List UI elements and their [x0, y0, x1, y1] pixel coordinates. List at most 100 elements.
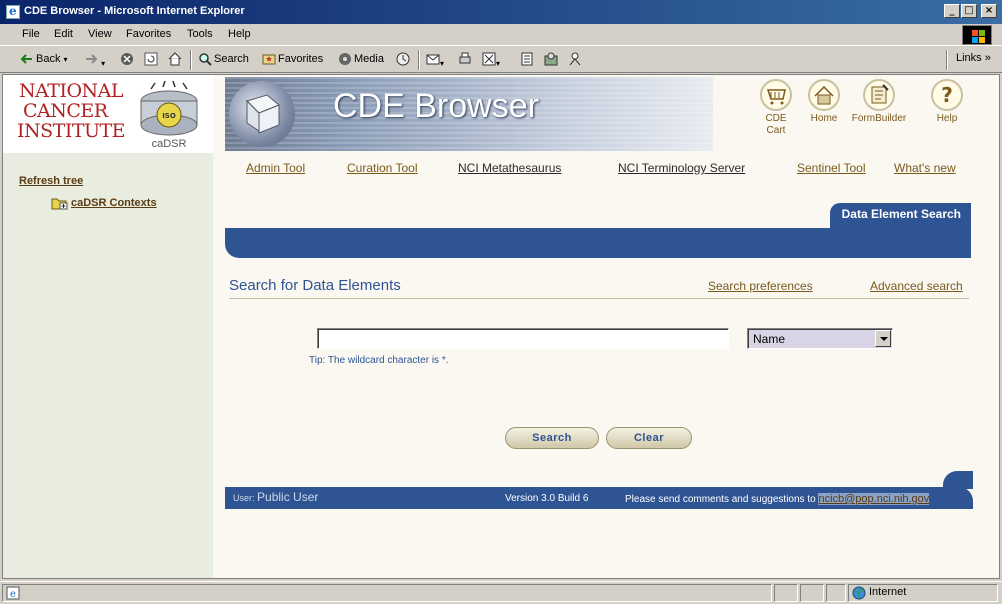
- clear-button[interactable]: Clear: [606, 427, 692, 449]
- user-label: User:: [233, 493, 255, 503]
- close-button[interactable]: ×: [981, 4, 997, 18]
- status-cell: [774, 584, 798, 602]
- ie-app-icon[interactable]: [6, 4, 20, 19]
- nci-logo-line-1: NATIONAL: [19, 80, 124, 102]
- media-button[interactable]: Media: [338, 52, 384, 66]
- curation-tool-link[interactable]: Curation Tool: [347, 161, 418, 175]
- cart-icon: [760, 79, 792, 111]
- menu-help[interactable]: Help: [228, 28, 251, 40]
- nci-metathesaurus-link[interactable]: NCI Metathesaurus: [458, 161, 561, 175]
- links-label: Links: [956, 52, 982, 64]
- book-icon: [229, 81, 295, 147]
- refresh-icon[interactable]: [144, 52, 158, 69]
- whats-new-link[interactable]: What's new: [894, 161, 956, 175]
- help-icon: ?: [931, 79, 963, 111]
- search-input[interactable]: [317, 328, 729, 349]
- forward-button[interactable]: ▾: [84, 52, 105, 69]
- help-label: Help: [936, 113, 958, 124]
- toolbar-separator: [418, 50, 420, 70]
- toolbar-separator: [190, 50, 192, 70]
- media-label: Media: [354, 52, 384, 65]
- toolbar-separator: [946, 50, 948, 70]
- cadsr-logo[interactable]: ISO caDSR: [137, 80, 201, 151]
- search-field-select[interactable]: Name: [747, 328, 893, 349]
- cadsr-contexts-link[interactable]: caDSR Contexts: [51, 196, 157, 210]
- search-button[interactable]: Search: [198, 52, 249, 66]
- home-nav-icon: [808, 79, 840, 111]
- menu-edit[interactable]: Edit: [54, 28, 73, 40]
- footer: User: Public User Version 3.0 Build 6 Pl…: [225, 471, 973, 513]
- cde-browser-banner: CDE Browser: [225, 77, 713, 151]
- tab-header: Data Element Search: [225, 203, 971, 269]
- menu-tools[interactable]: Tools: [187, 28, 213, 40]
- cadsr-contexts-label: caDSR Contexts: [71, 196, 157, 209]
- help-glyph: ?: [941, 83, 953, 107]
- search-icon: [198, 52, 212, 66]
- menu-favorites[interactable]: Favorites: [126, 28, 171, 40]
- home-nav-button[interactable]: Home: [794, 79, 854, 125]
- logo-area: NATIONAL CANCER INSTITUTE ISO caDSR: [3, 75, 213, 153]
- edit-icon[interactable]: ▾: [482, 52, 500, 69]
- formbuilder-label: FormBuilder: [851, 113, 907, 124]
- history-icon[interactable]: [396, 52, 410, 69]
- nci-terminology-server-link[interactable]: NCI Terminology Server: [618, 161, 745, 175]
- search-submit-button[interactable]: Search: [505, 427, 599, 449]
- toolbar: Back ▾ ▾ Search Favorites Media ▾ ▾ Link…: [0, 47, 1002, 73]
- tab-band: [225, 228, 971, 258]
- maximize-button[interactable]: □: [961, 4, 977, 18]
- admin-tool-link[interactable]: Admin Tool: [246, 161, 305, 175]
- cde-cart-label: CDE Cart: [765, 113, 787, 136]
- user-info: User: Public User: [233, 490, 318, 504]
- page-title: Search for Data Elements: [229, 277, 401, 294]
- favorites-button[interactable]: Favorites: [262, 52, 323, 66]
- wildcard-tip: Tip: The wildcard character is *.: [309, 355, 449, 366]
- sentinel-tool-link[interactable]: Sentinel Tool: [797, 161, 866, 175]
- email-link[interactable]: ncicb@pop.nci.nih.gov: [818, 493, 930, 505]
- menu-file[interactable]: File: [22, 28, 40, 40]
- cadsr-label: caDSR: [152, 138, 187, 150]
- stop-icon[interactable]: [120, 52, 134, 69]
- iso-label: ISO: [162, 112, 176, 120]
- status-cell: [826, 584, 846, 602]
- home-icon[interactable]: [168, 52, 182, 69]
- windows-logo-icon: [962, 25, 992, 45]
- refresh-tree-link[interactable]: Refresh tree: [19, 175, 83, 187]
- formbuilder-button[interactable]: FormBuilder: [849, 79, 909, 125]
- search-label: Search: [214, 52, 249, 65]
- discuss-icon[interactable]: [520, 52, 534, 69]
- help-button[interactable]: ? Help: [917, 79, 977, 125]
- home-nav-label: Home: [810, 113, 838, 124]
- menu-bar: File Edit View Favorites Tools Help: [0, 24, 1002, 46]
- messenger-icon[interactable]: [568, 52, 582, 69]
- window-title: CDE Browser - Microsoft Internet Explore…: [24, 5, 245, 17]
- search-preferences-link[interactable]: Search preferences: [708, 279, 813, 293]
- left-tree-pane: NATIONAL CANCER INSTITUTE ISO caDSR Refr…: [3, 75, 213, 578]
- chevron-down-icon[interactable]: [875, 330, 891, 347]
- research-icon[interactable]: [544, 52, 558, 69]
- menu-view[interactable]: View: [88, 28, 112, 40]
- links-button[interactable]: Links »: [956, 52, 991, 64]
- comments-info: Please send comments and suggestions to …: [625, 493, 930, 505]
- back-button[interactable]: Back ▾: [20, 52, 68, 66]
- mail-icon[interactable]: ▾: [426, 52, 444, 69]
- print-icon[interactable]: [458, 52, 472, 69]
- main-content: CDE Browser CDE Cart Home FormBuilder ? …: [213, 75, 999, 578]
- minimize-button[interactable]: _: [944, 4, 960, 18]
- status-message-cell: [2, 584, 772, 602]
- search-field-selected: Name: [753, 332, 786, 346]
- browser-viewport: NATIONAL CANCER INSTITUTE ISO caDSR Refr…: [2, 74, 1000, 579]
- nci-logo-line-3: INSTITUTE: [17, 120, 125, 141]
- tool-links: Admin Tool Curation Tool NCI Metathesaur…: [213, 161, 999, 177]
- nci-logo-line-2: CANCER: [23, 100, 109, 122]
- nci-logo[interactable]: NATIONAL CANCER INSTITUTE: [17, 79, 129, 142]
- version-info: Version 3.0 Build 6: [505, 493, 589, 504]
- status-cell: [800, 584, 824, 602]
- tab-data-element-search[interactable]: Data Element Search: [829, 203, 971, 229]
- back-label: Back: [36, 52, 61, 65]
- window-title-bar: CDE Browser - Microsoft Internet Explore…: [0, 0, 1002, 24]
- favorites-label: Favorites: [278, 52, 324, 65]
- advanced-search-link[interactable]: Advanced search: [870, 279, 963, 293]
- user-name: Public User: [257, 490, 319, 504]
- divider: [229, 298, 969, 299]
- zone-label: Internet: [869, 586, 907, 598]
